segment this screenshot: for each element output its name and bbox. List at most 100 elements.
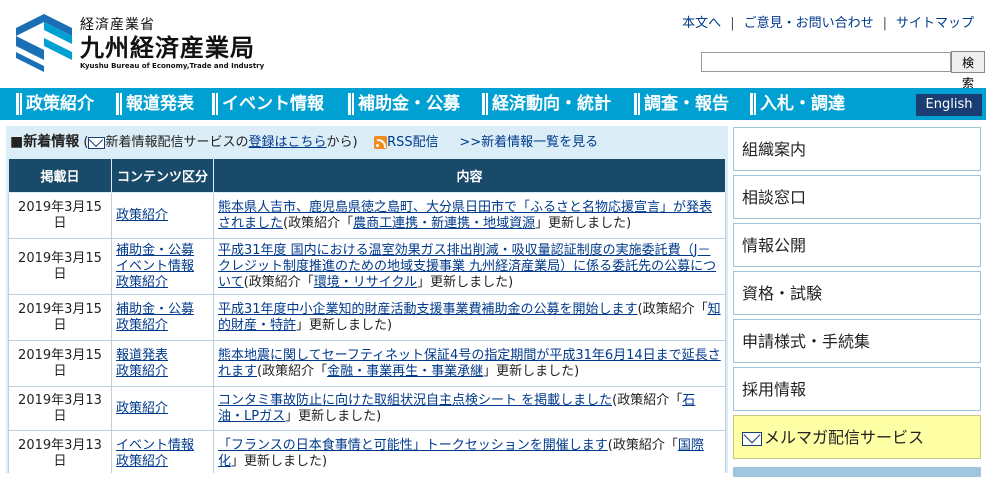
table-row: 2019年3月15日 補助金・公募 政策紹介 平成31年度中小企業知的財産活動支… xyxy=(8,294,726,341)
row-tail: 」更新しました) xyxy=(417,274,514,290)
category-link[interactable]: イベント情報 xyxy=(116,259,209,275)
table-row: 2019年3月13日 政策紹介 コンタミ事故防止に向けた取組状況自主点検シート … xyxy=(8,386,726,431)
row-note: (政策紹介「 xyxy=(257,363,328,379)
nav-research[interactable]: 調査・報告 xyxy=(632,92,729,116)
news-link[interactable]: 「フランスの日本食事情と可能性」トークセッションを開催します xyxy=(218,438,608,453)
policy-tag-link[interactable]: 環境・リサイクル xyxy=(314,275,417,290)
column-header-content: 内容 xyxy=(213,158,726,193)
sidebar-item-mail-magazine[interactable]: メルマガ配信サービス xyxy=(733,415,981,459)
row-note: (政策紹介「 xyxy=(607,437,678,453)
category-link[interactable]: 政策紹介 xyxy=(116,275,209,291)
policy-tag-link[interactable]: 金融・事業再生・事業承継 xyxy=(327,364,483,379)
skip-to-content-link[interactable]: 本文へ xyxy=(682,16,721,31)
header: 経済産業省 九州経済産業局 Kyushu Bureau of Economy,T… xyxy=(0,0,986,90)
table-header-row: 掲載日 コンテンツ区分 内容 xyxy=(8,158,726,193)
row-tail: 」更新しました) xyxy=(285,408,382,424)
nav-events[interactable]: イベント情報 xyxy=(210,92,324,116)
row-categories: 報道発表 政策紹介 xyxy=(111,340,214,387)
table-row: 2019年3月15日 政策紹介 熊本県人吉市、鹿児島県徳之島町、大分県日田市で「… xyxy=(8,192,726,239)
mail-icon xyxy=(742,431,762,446)
category-link[interactable]: 政策紹介 xyxy=(116,364,209,380)
column-header-date: 掲載日 xyxy=(8,158,112,193)
sidebar-item-consultation[interactable]: 相談窓口 xyxy=(733,175,981,219)
row-tail: 」更新しました) xyxy=(231,453,328,469)
category-link[interactable]: イベント情報 xyxy=(116,438,209,454)
subscribe-link[interactable]: 登録はこちら xyxy=(248,135,326,150)
logo-text[interactable]: 経済産業省 九州経済産業局 Kyushu Bureau of Economy,T… xyxy=(80,14,264,70)
category-link[interactable]: 補助金・公募 xyxy=(116,243,209,259)
utility-links: 本文へ | ご意見・お問い合わせ | サイトマップ xyxy=(682,12,974,31)
nav-press[interactable]: 報道発表 xyxy=(114,92,194,116)
nav-procurement[interactable]: 入札・調達 xyxy=(748,92,845,116)
row-categories: 政策紹介 xyxy=(111,192,214,239)
category-link[interactable]: 報道発表 xyxy=(116,348,209,364)
nav-economy-stats[interactable]: 経済動向・統計 xyxy=(480,92,611,116)
nav-policy[interactable]: 政策紹介 xyxy=(14,92,94,116)
news-header: ■新着情報 (新着情報配信サービスの登録はこちらから) RSS配信 >>新着情報… xyxy=(10,130,598,154)
policy-tag-link[interactable]: 農商工連携・新連携・地域資源 xyxy=(353,216,535,231)
separator: | xyxy=(882,16,887,31)
row-content: 「フランスの日本食事情と可能性」トークセッションを開催します(政策紹介「国際化」… xyxy=(213,430,726,473)
row-categories: 補助金・公募 政策紹介 xyxy=(111,294,214,341)
row-content: 熊本地震に関してセーフティネット保証4号の指定期間が平成31年6月14日まで延長… xyxy=(213,340,726,387)
row-date: 2019年3月15日 xyxy=(8,238,112,295)
org-main-name: 九州経済産業局 xyxy=(80,34,255,62)
category-link[interactable]: 政策紹介 xyxy=(116,401,209,417)
news-title: ■新着情報 xyxy=(10,134,80,150)
english-button[interactable]: English xyxy=(916,94,982,116)
sidebar-item-qualifications[interactable]: 資格・試験 xyxy=(733,271,981,315)
table-row: 2019年3月15日 報道発表 政策紹介 熊本地震に関してセーフティネット保証4… xyxy=(8,340,726,387)
news-table: 掲載日 コンテンツ区分 内容 2019年3月15日 政策紹介 熊本県人吉市、鹿児… xyxy=(8,158,726,473)
column-header-category: コンテンツ区分 xyxy=(111,158,214,193)
search-input[interactable] xyxy=(701,52,951,72)
row-date: 2019年3月15日 xyxy=(8,192,112,239)
mail-icon xyxy=(88,136,106,149)
row-content: 平成31年度中小企業知的財産活動支援事業費補助金の公募を開始します(政策紹介「知… xyxy=(213,294,726,341)
bureau-logo[interactable] xyxy=(14,12,74,72)
row-note: (政策紹介「 xyxy=(612,392,683,408)
sitemap-link[interactable]: サイトマップ xyxy=(896,16,974,31)
separator: | xyxy=(730,16,735,31)
row-date: 2019年3月13日 xyxy=(8,386,112,431)
news-list-link[interactable]: >>新着情報一覧を見る xyxy=(459,135,598,150)
row-content: 平成31年度 国内における温室効果ガス排出削減・吸収量認証制度の実施委託費（J－… xyxy=(213,238,726,295)
category-link[interactable]: 政策紹介 xyxy=(116,208,209,224)
sidebar-next-item-edge xyxy=(733,467,981,477)
row-note: (政策紹介「 xyxy=(243,274,314,290)
subscribe-text: 新着情報配信サービスの xyxy=(105,135,249,150)
sidebar-item-label: メルマガ配信サービス xyxy=(764,428,925,447)
row-tail: 」更新しました) xyxy=(483,363,580,379)
sidebar-item-organization[interactable]: 組織案内 xyxy=(733,127,981,171)
row-tail: 」更新しました) xyxy=(535,215,632,231)
sidebar-item-recruitment[interactable]: 採用情報 xyxy=(733,367,981,411)
table-row: 2019年3月15日 補助金・公募 イベント情報 政策紹介 平成31年度 国内に… xyxy=(8,238,726,295)
org-english-name: Kyushu Bureau of Economy,Trade and Indus… xyxy=(80,62,265,70)
subscribe-suffix: から) xyxy=(326,135,358,150)
row-tail: 」更新しました) xyxy=(296,317,393,333)
table-row: 2019年3月13日 イベント情報 政策紹介 「フランスの日本食事情と可能性」ト… xyxy=(8,430,726,473)
sidebar-item-forms[interactable]: 申請様式・手続集 xyxy=(733,319,981,363)
row-note: (政策紹介「 xyxy=(637,301,708,317)
rss-icon[interactable] xyxy=(374,136,388,149)
row-categories: 政策紹介 xyxy=(111,386,214,431)
row-date: 2019年3月13日 xyxy=(8,430,112,473)
rss-link[interactable]: RSS配信 xyxy=(387,135,439,150)
category-link[interactable]: 政策紹介 xyxy=(116,318,209,334)
row-categories: 補助金・公募 イベント情報 政策紹介 xyxy=(111,238,214,295)
category-link[interactable]: 補助金・公募 xyxy=(116,302,209,318)
contact-link[interactable]: ご意見・お問い合わせ xyxy=(744,16,874,31)
search-button[interactable]: 検索 xyxy=(951,51,985,90)
category-link[interactable]: 政策紹介 xyxy=(116,454,209,470)
row-content: コンタミ事故防止に向けた取組状況自主点検シート を掲載しました(政策紹介「石油・… xyxy=(213,386,726,431)
news-link[interactable]: 平成31年度中小企業知的財産活動支援事業費補助金の公募を開始します xyxy=(218,302,638,317)
row-categories: イベント情報 政策紹介 xyxy=(111,430,214,473)
news-section: ■新着情報 (新着情報配信サービスの登録はこちらから) RSS配信 >>新着情報… xyxy=(6,126,728,473)
sidebar-item-disclosure[interactable]: 情報公開 xyxy=(733,223,981,267)
nav-subsidies[interactable]: 補助金・公募 xyxy=(346,92,460,116)
row-date: 2019年3月15日 xyxy=(8,294,112,341)
row-content: 熊本県人吉市、鹿児島県徳之島町、大分県日田市で「ふるさと名物応援宣言」が発表され… xyxy=(213,192,726,239)
main-nav: 政策紹介 報道発表 イベント情報 補助金・公募 経済動向・統計 調査・報告 入札… xyxy=(0,88,986,120)
org-sub-name: 経済産業省 xyxy=(80,17,155,33)
news-link[interactable]: コンタミ事故防止に向けた取組状況自主点検シート を掲載しました xyxy=(218,393,612,408)
row-note: (政策紹介「 xyxy=(283,215,354,231)
